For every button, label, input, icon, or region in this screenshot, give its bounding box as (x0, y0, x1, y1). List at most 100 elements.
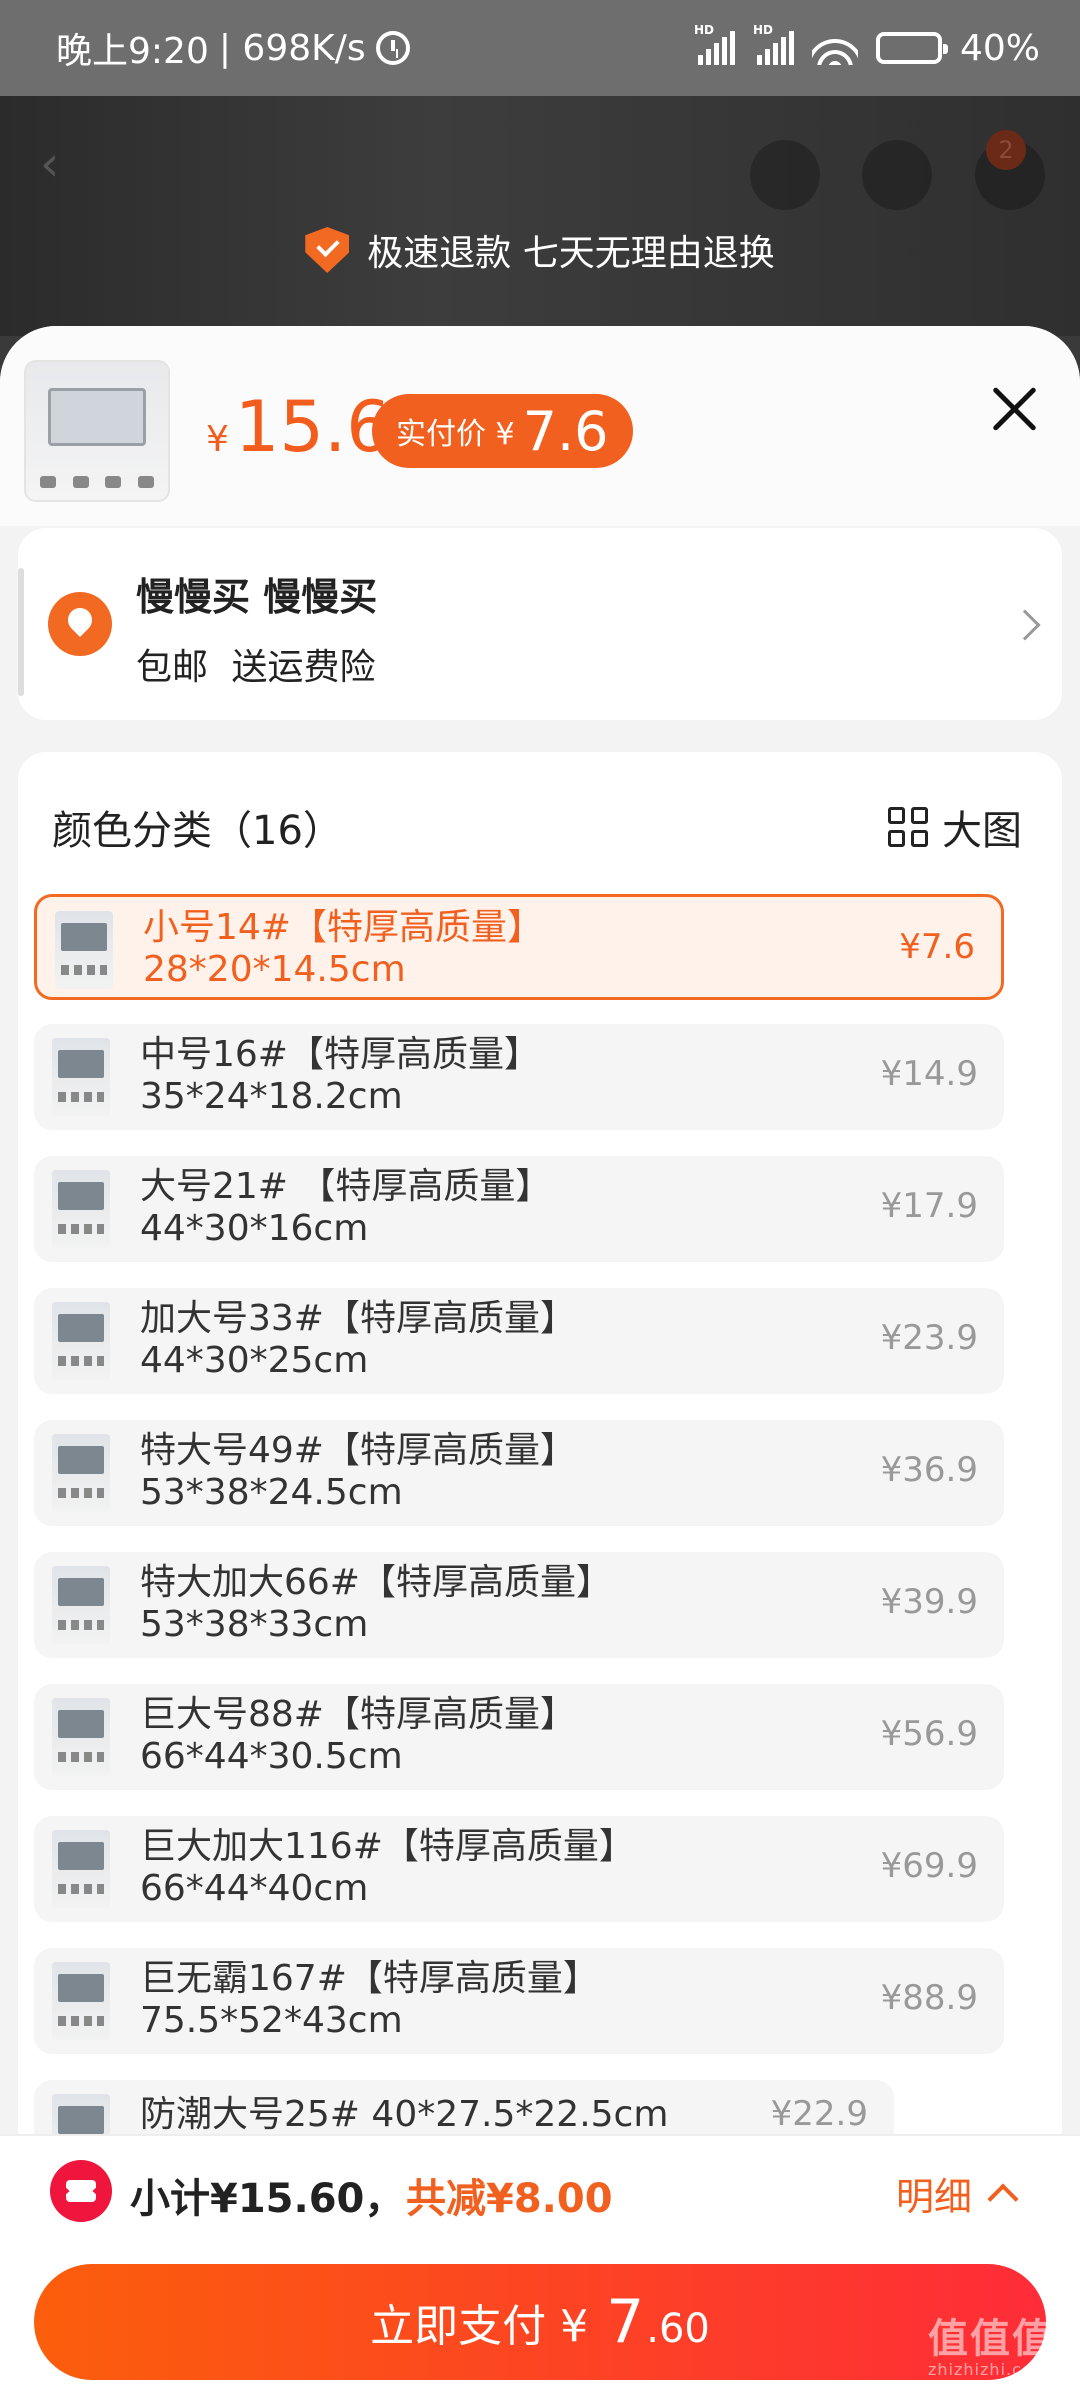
watermark: 值值值 zhizhizhi.com (928, 2306, 1054, 2379)
sku-size: 44*30*25cm (140, 1340, 369, 1381)
sku-thumbnail (52, 1038, 110, 1116)
sku-option[interactable]: 加大号33#【特厚高质量】 44*30*25cm ¥23.9 (34, 1288, 1004, 1394)
cart-icon (862, 140, 932, 210)
sku-size: 66*44*30.5cm (140, 1736, 403, 1777)
sku-option[interactable]: 防潮大号25# 40*27.5*22.5cm ¥22.9 (34, 2080, 894, 2172)
sku-price: ¥7.6 (899, 927, 975, 967)
sku-price: ¥36.9 (880, 1450, 978, 1490)
sku-thumbnail (55, 911, 113, 989)
address-divider (18, 568, 24, 696)
battery-percent: 40% (959, 27, 1040, 69)
sku-option[interactable]: 中号16#【特厚高质量】 35*24*18.2cm ¥14.9 (34, 1024, 1004, 1130)
product-price: ¥ 15.6 (206, 386, 391, 468)
pay-amount-integer: 7 (606, 2287, 645, 2357)
chevron-up-icon (987, 2182, 1019, 2215)
sku-price: ¥14.9 (880, 1054, 978, 1094)
guarantee-banner: 极速退款 七天无理由退换 (0, 224, 1080, 276)
sku-price: ¥69.9 (880, 1846, 978, 1886)
big-view-button[interactable]: 大图 (888, 798, 1022, 856)
real-price-value: 7.6 (522, 399, 609, 463)
sku-name: 大号21# 【特厚高质量】 (140, 1166, 552, 1207)
signal-icon-2: HD (753, 23, 794, 65)
sku-price: ¥17.9 (880, 1186, 978, 1226)
sku-thumbnail (52, 1302, 110, 1380)
sku-size: 66*44*40cm (140, 1868, 369, 1909)
sku-price: ¥39.9 (880, 1582, 978, 1622)
sku-thumbnail (52, 1170, 110, 1248)
sku-name: 加大号33#【特厚高质量】 (140, 1298, 576, 1339)
sheet-header: ¥ 15.6 实付价 ¥ 7.6 (0, 326, 1080, 526)
status-left: 晚上9:20 | 698K/s (56, 22, 410, 74)
alarm-icon (375, 31, 410, 65)
share-icon (750, 140, 820, 210)
sku-thumbnail (52, 1566, 110, 1644)
sku-price: ¥56.9 (880, 1714, 978, 1754)
pay-amount-decimal: .60 (646, 2306, 710, 2352)
sku-option[interactable]: 巨大号88#【特厚高质量】 66*44*30.5cm ¥56.9 (34, 1684, 1004, 1790)
product-thumbnail[interactable] (24, 360, 170, 502)
location-pin-icon (48, 592, 112, 656)
coupon-icon (50, 2160, 112, 2222)
real-price-label: 实付价 ¥ (396, 417, 515, 452)
sku-price: ¥88.9 (880, 1978, 978, 2018)
pay-amount: 7 .60 (606, 2287, 710, 2357)
grid-icon (888, 807, 928, 847)
watermark-text: 值值值 (928, 2316, 1054, 2362)
sku-option[interactable]: 巨无霸167#【特厚高质量】 75.5*52*43cm ¥88.9 (34, 1948, 1004, 2054)
sku-name: 特大加大66#【特厚高质量】 (140, 1562, 612, 1603)
sku-option[interactable]: 特大加大66#【特厚高质量】 53*38*33cm ¥39.9 (34, 1552, 1004, 1658)
status-time: 晚上9:20 (56, 31, 209, 72)
real-price-tag: 实付价 ¥ 7.6 (372, 394, 633, 468)
detail-label: 明细 (896, 2175, 973, 2219)
sku-name: 防潮大号25# 40*27.5*22.5cm (140, 2094, 669, 2135)
sku-price: ¥22.9 (770, 2094, 868, 2134)
category-title: 颜色分类（16） (52, 808, 343, 854)
big-view-label: 大图 (942, 808, 1022, 854)
sku-option[interactable]: 大号21# 【特厚高质量】 44*30*16cm ¥17.9 (34, 1156, 1004, 1262)
price-detail-button[interactable]: 明细 (896, 2166, 1019, 2221)
status-speed: | 698K/s (218, 27, 366, 69)
shipping-info: 包邮 送运费险 (136, 647, 376, 688)
address-name: 慢慢买 慢慢买 (136, 575, 378, 619)
sku-name: 小号14#【特厚高质量】 (143, 907, 543, 948)
address-card[interactable]: 慢慢买 慢慢买 包邮 送运费险 (18, 528, 1062, 720)
sku-thumbnail (52, 1698, 110, 1776)
cart-badge: 2 (986, 130, 1026, 170)
sku-name: 巨大号88#【特厚高质量】 (140, 1694, 576, 1735)
price-value: 15.6 (234, 386, 391, 468)
sku-name: 巨大加大116#【特厚高质量】 (140, 1826, 635, 1867)
wifi-icon (811, 31, 858, 65)
sku-thumbnail (52, 1962, 110, 2040)
battery-icon (875, 32, 948, 64)
discount-text: 共减¥8.00 (406, 2176, 613, 2222)
signal-icon: HD (694, 23, 735, 65)
sku-size: 28*20*14.5cm (143, 949, 406, 990)
pay-label: 立即支付 ¥ (370, 2301, 589, 2352)
sku-price: ¥23.9 (880, 1318, 978, 1358)
checkout-bar: 小计¥15.60， 共减¥8.00 明细 立即支付 ¥ 7 .60 (0, 2134, 1080, 2400)
sku-option[interactable]: 小号14#【特厚高质量】 28*20*14.5cm ¥7.6 (34, 894, 1004, 1000)
price-symbol: ¥ (206, 419, 229, 460)
sku-thumbnail (52, 1434, 110, 1512)
sku-size: 35*24*18.2cm (140, 1076, 403, 1117)
chevron-right-icon (1009, 609, 1041, 641)
subtotal-text: 小计¥15.60， (130, 2176, 405, 2222)
guarantee-text: 极速退款 七天无理由退换 (367, 233, 775, 274)
status-right: HD HD 40% (694, 23, 1040, 69)
shield-check-icon (305, 227, 350, 273)
background-page: ‹ 2 (0, 96, 1080, 336)
status-bar: 晚上9:20 | 698K/s HD HD 40% (0, 0, 1080, 96)
sku-option[interactable]: 巨大加大116#【特厚高质量】 66*44*40cm ¥69.9 (34, 1816, 1004, 1922)
sku-thumbnail (52, 1830, 110, 1908)
sku-size: 53*38*33cm (140, 1604, 369, 1645)
back-icon: ‹ (40, 136, 60, 192)
sku-name: 巨无霸167#【特厚高质量】 (140, 1958, 599, 1999)
watermark-sub: zhizhizhi.com (928, 2360, 1050, 2379)
sku-sheet: ¥ 15.6 实付价 ¥ 7.6 慢慢买 慢慢买 包邮 送运费险 颜色分类（16… (0, 326, 1080, 2400)
sku-name: 中号16#【特厚高质量】 (140, 1034, 540, 1075)
close-icon[interactable] (990, 384, 1038, 432)
sku-option[interactable]: 特大号49#【特厚高质量】 53*38*24.5cm ¥36.9 (34, 1420, 1004, 1526)
sku-size: 44*30*16cm (140, 1208, 369, 1249)
sku-size: 75.5*52*43cm (140, 2000, 403, 2041)
pay-now-button[interactable]: 立即支付 ¥ 7 .60 (34, 2264, 1046, 2380)
